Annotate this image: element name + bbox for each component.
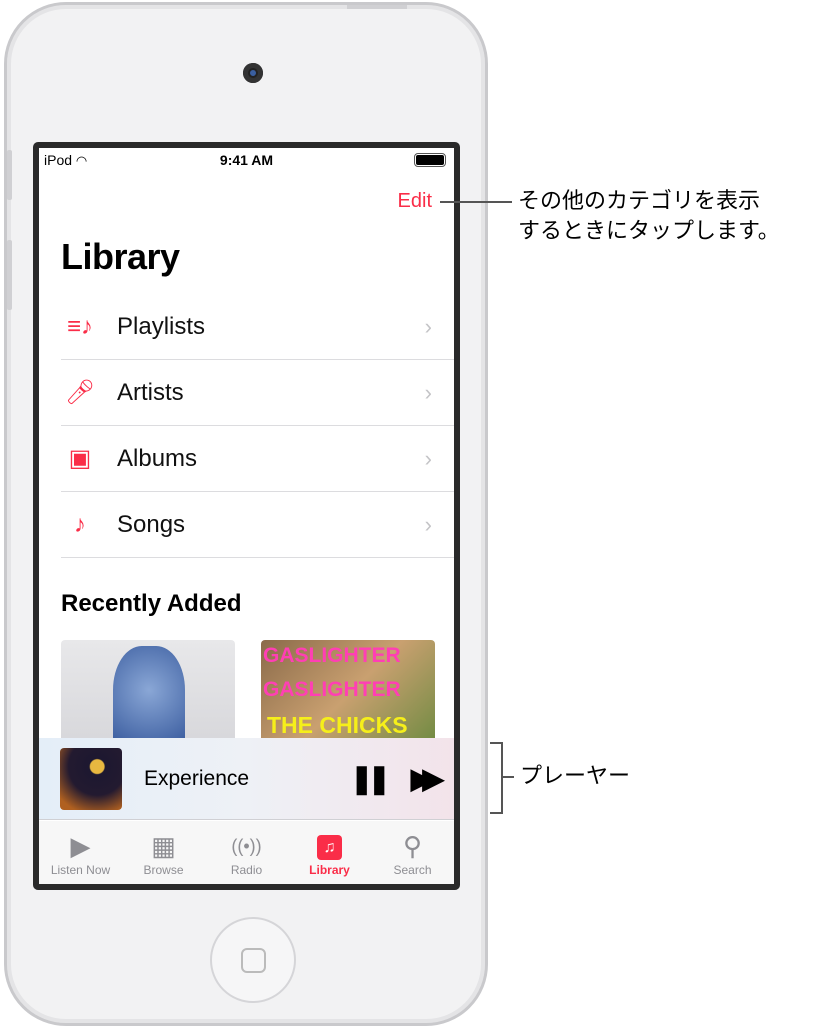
album-art-1[interactable] <box>61 640 235 750</box>
now-playing-title: Experience <box>144 766 250 790</box>
library-item-albums[interactable]: ▣ Albums › <box>61 426 454 492</box>
item-label: Albums <box>117 444 198 472</box>
tab-label: Search <box>393 863 432 877</box>
album-icon: ▣ <box>68 445 92 472</box>
chevron-right-icon: › <box>424 511 432 537</box>
item-label: Artists <box>117 378 184 406</box>
tab-search[interactable]: ⚲ Search <box>371 821 454 884</box>
library-item-artists[interactable]: 🎤︎ Artists › <box>61 360 454 426</box>
library-item-songs[interactable]: ♪ Songs › <box>61 492 454 558</box>
player-callout: プレーヤー <box>520 763 631 788</box>
chevron-right-icon: › <box>424 445 432 471</box>
art-text: GASLIGHTER <box>263 678 401 701</box>
volume-down-button <box>7 240 12 310</box>
screen: iPod ◠ 9:41 AM Edit Library ≡♪ Playlists ›… <box>33 142 460 890</box>
camera-icon <box>243 63 263 83</box>
art-text: THE CHICKS <box>267 712 408 738</box>
item-label: Songs <box>117 510 186 538</box>
grid-icon: ▦ <box>151 831 176 861</box>
home-button[interactable] <box>210 917 296 1003</box>
now-playing-artwork <box>60 747 122 810</box>
pause-button[interactable]: ❚❚ <box>350 762 391 795</box>
item-label: Playlists <box>117 312 206 340</box>
play-circle-icon: ▶︎ <box>70 831 91 861</box>
tab-browse[interactable]: ▦ Browse <box>122 821 205 884</box>
callout-line <box>440 201 512 203</box>
status-bar: iPod ◠ 9:41 AM <box>39 148 454 172</box>
album-art-gaslighter[interactable]: GASLIGHTER GASLIGHTER THE CHICKS <box>261 640 435 750</box>
library-icon: ♫ <box>317 835 342 860</box>
tab-listen-now[interactable]: ▶︎ Listen Now <box>39 821 122 884</box>
chevron-right-icon: › <box>424 313 432 339</box>
recently-added-heading: Recently Added <box>61 590 242 617</box>
chevron-right-icon: › <box>424 379 432 405</box>
edit-button[interactable]: Edit <box>398 190 432 213</box>
art-text: GASLIGHTER <box>263 644 401 667</box>
tab-radio[interactable]: ((•)) Radio <box>205 821 288 884</box>
skip-forward-button[interactable]: ▶▶ <box>411 762 444 795</box>
radio-waves-icon: ((•)) <box>231 836 262 856</box>
library-item-playlists[interactable]: ≡♪ Playlists › <box>61 294 454 360</box>
tab-library[interactable]: ♫ Library <box>288 821 371 884</box>
search-icon: ⚲ <box>402 831 423 861</box>
library-list: ≡♪ Playlists › 🎤︎ Artists › ▣ Albums › ♪ Songs › <box>61 294 454 558</box>
clock: 9:41 AM <box>219 152 274 168</box>
edit-callout: その他のカテゴリを表示 するときにタップします。 <box>518 188 780 243</box>
tab-label: Browse <box>143 863 184 877</box>
tab-bar: ▶︎ Listen Now ▦ Browse ((•)) Radio ♫ Library… <box>39 821 454 884</box>
mini-player[interactable]: Experience ❚❚ ▶▶ <box>39 738 454 820</box>
callout-bracket <box>501 742 503 814</box>
music-note-icon: ♪ <box>74 510 86 538</box>
top-button <box>347 5 407 9</box>
callout-line <box>502 776 514 778</box>
playlist-icon: ≡♪ <box>66 312 93 340</box>
tab-label: Radio <box>230 863 263 877</box>
volume-up-button <box>7 150 12 200</box>
callout-bracket <box>490 812 502 814</box>
microphone-icon: 🎤︎ <box>64 379 96 406</box>
tab-label: Library <box>309 863 350 877</box>
tab-label: Listen Now <box>50 863 111 877</box>
page-title: Library <box>61 236 180 277</box>
